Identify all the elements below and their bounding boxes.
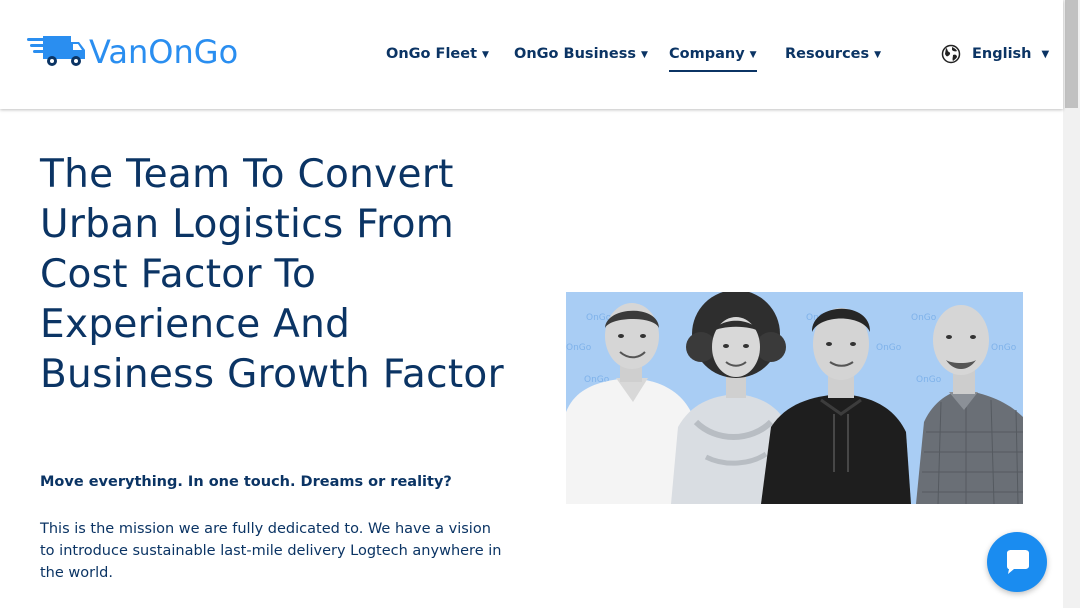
delivery-truck-icon [27,36,85,66]
chat-widget-button[interactable] [987,532,1047,592]
caret-down-icon: ▼ [640,50,648,60]
chat-bubble-icon [1007,550,1029,574]
team-photo: OnGo OnGo OnGo OnGo OnGo OnGo OnGo OnGo … [566,292,1023,504]
nav-item-ongo-business[interactable]: OnGo Business ▼ [514,44,648,64]
caret-down-icon: ▼ [482,50,489,60]
caret-down-icon: ▼ [1041,48,1050,60]
page-scrollbar[interactable] [1063,0,1080,608]
brand-logo[interactable]: VanOnGo [27,34,238,70]
nav-item-label: OnGo Fleet [386,46,478,62]
hero-tagline: Move everything. In one touch. Dreams or… [40,474,452,490]
caret-down-icon: ▼ [749,50,757,60]
mission-text: This is the mission we are fully dedicat… [40,521,502,581]
site-header: VanOnGo OnGo Fleet ▼ OnGo Business ▼ Compa… [0,0,1063,109]
watermark-label: OnGo [916,375,942,385]
nav-item-resources[interactable]: Resources ▼ [785,44,881,64]
hero-title: The Team To Convert Urban Logistics From… [40,152,504,397]
globe-icon [941,44,961,64]
brand-name: VanOnGo [89,33,239,71]
nav-item-label: OnGo Business [514,46,636,62]
nav-item-label: Company [669,46,745,62]
watermark-label: OnGo [911,313,937,323]
scrollbar-thumb[interactable] [1065,0,1078,108]
watermark-label: OnGo [566,343,592,353]
watermark-label: OnGo [876,343,902,353]
team-photo-illustration: OnGo OnGo OnGo OnGo OnGo OnGo OnGo OnGo … [566,292,1023,504]
language-selector[interactable]: English ▼ [941,44,1049,64]
caret-down-icon: ▼ [874,50,882,60]
nav-item-ongo-fleet[interactable]: OnGo Fleet ▼ [386,44,489,64]
watermark-label: OnGo [991,343,1017,353]
nav-item-label: Resources [785,46,870,62]
language-label: English [972,46,1032,62]
nav-item-company[interactable]: Company ▼ [669,44,757,72]
